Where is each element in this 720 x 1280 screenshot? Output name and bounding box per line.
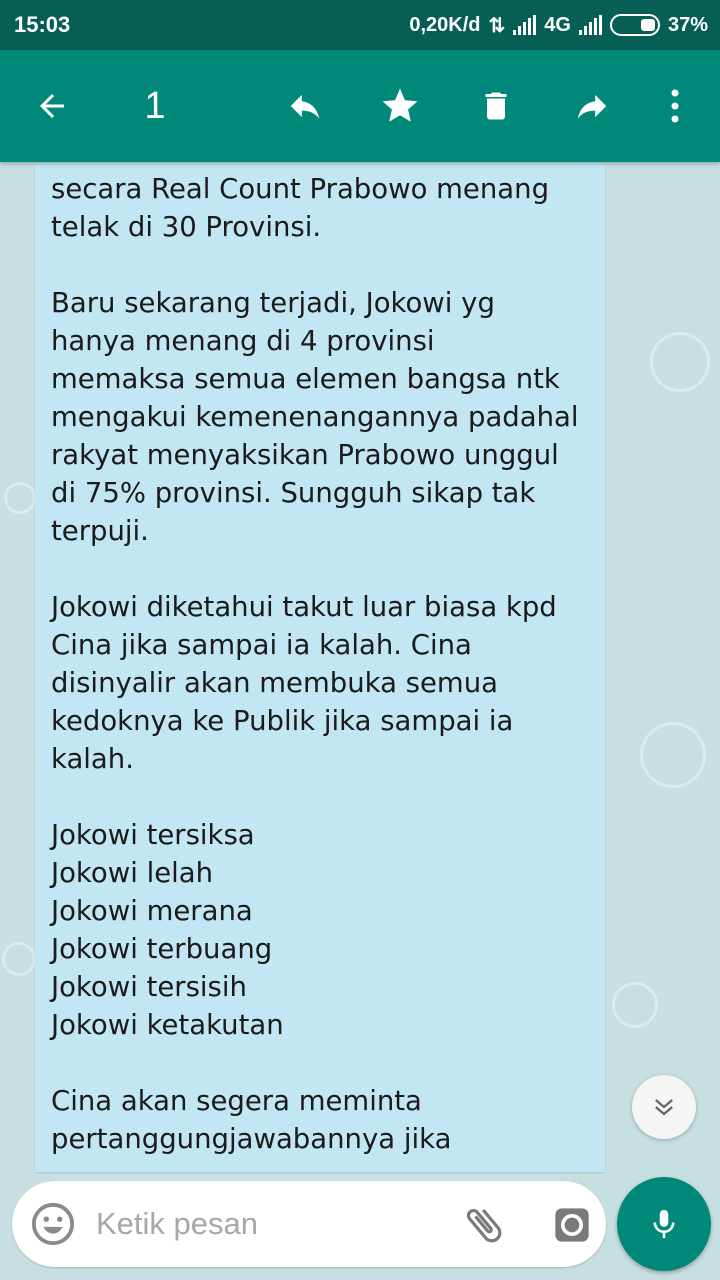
battery-icon xyxy=(609,14,660,36)
signal-icon xyxy=(513,15,537,35)
selected-count: 1 xyxy=(144,84,166,127)
battery-level: 37% xyxy=(667,13,708,36)
message-input[interactable]: Ketik pesan xyxy=(96,1181,258,1267)
star-button[interactable] xyxy=(370,50,430,162)
attach-icon[interactable] xyxy=(460,1201,508,1249)
reply-button[interactable] xyxy=(275,50,335,162)
delete-icon xyxy=(485,92,507,120)
wallpaper-doodle xyxy=(650,332,710,392)
status-bar: 15:03 0,20K/d ⇅ 4G 37% xyxy=(0,0,720,50)
forward-icon xyxy=(577,94,607,119)
more-options-button[interactable] xyxy=(650,50,700,162)
emoji-icon[interactable] xyxy=(30,1201,76,1247)
double-chevron-down-icon xyxy=(655,1099,673,1116)
selection-toolbar: 1 xyxy=(0,50,720,162)
voice-record-button[interactable] xyxy=(617,1177,711,1271)
wallpaper-doodle xyxy=(4,482,36,514)
data-transfer-icon: ⇅ xyxy=(488,14,506,37)
network-type: 4G xyxy=(544,13,571,36)
chat-area[interactable]: secara Real Count Prabowo menang telak d… xyxy=(0,162,720,1280)
message-bubble-selected[interactable]: secara Real Count Prabowo menang telak d… xyxy=(35,162,605,1172)
reply-icon xyxy=(290,94,320,119)
wallpaper-doodle xyxy=(640,722,706,788)
wallpaper-doodle xyxy=(2,942,36,976)
network-speed: 0,20K/d xyxy=(409,13,481,36)
delete-button[interactable] xyxy=(466,50,526,162)
camera-icon[interactable] xyxy=(552,1205,592,1245)
signal-icon-2 xyxy=(578,15,602,35)
status-indicators: 0,20K/d ⇅ 4G 37% xyxy=(409,12,708,38)
back-arrow-icon xyxy=(40,94,64,118)
wallpaper-doodle xyxy=(612,982,658,1028)
message-text: secara Real Count Prabowo menang telak d… xyxy=(51,173,579,1155)
message-input-bar: Ketik pesan xyxy=(12,1181,606,1267)
back-button[interactable] xyxy=(22,50,82,162)
scroll-to-bottom-button[interactable] xyxy=(632,1075,696,1139)
more-vert-icon xyxy=(671,89,679,123)
status-time: 15:03 xyxy=(14,12,71,37)
star-icon xyxy=(382,88,418,122)
microphone-icon xyxy=(653,1209,675,1239)
forward-button[interactable] xyxy=(562,50,622,162)
